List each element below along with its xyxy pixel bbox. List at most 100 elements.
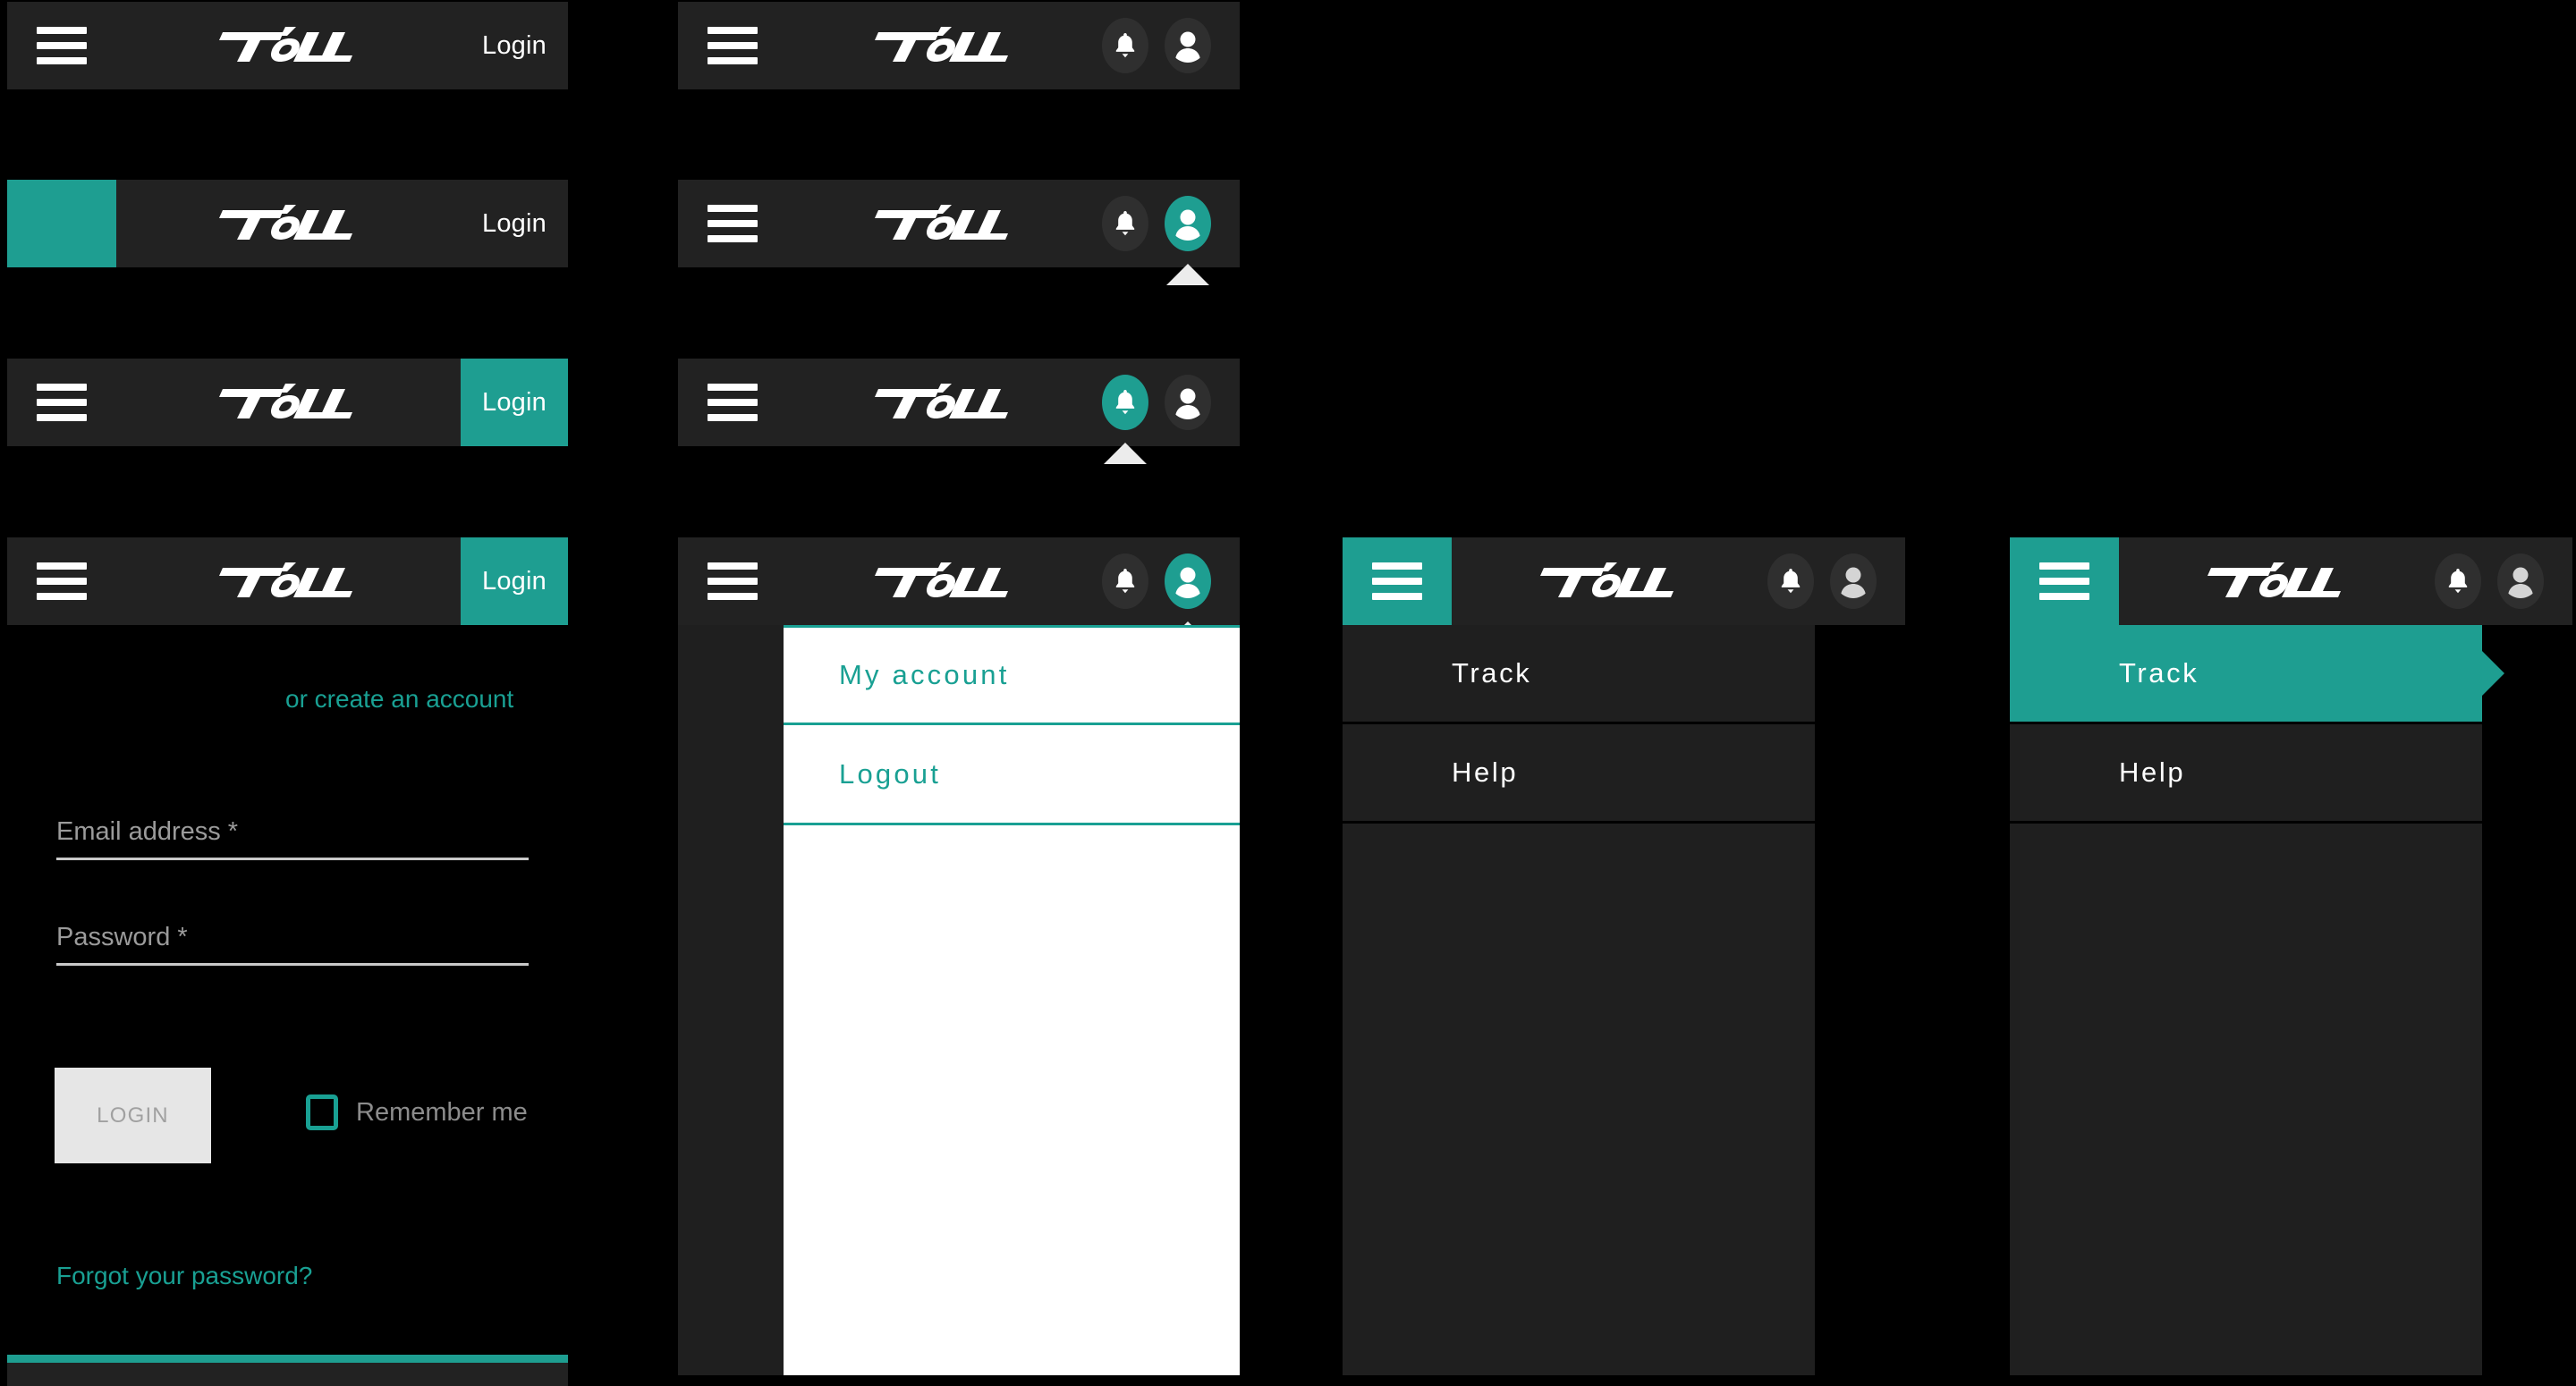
header-bar-authenticated-default: [678, 2, 1240, 89]
user-avatar-icon: [2508, 567, 2533, 598]
account-button-active[interactable]: [1165, 196, 1211, 285]
forgot-password-link[interactable]: Forgot your password?: [56, 1262, 312, 1290]
header-bar-account-active: [678, 180, 1240, 285]
hamburger-menu-icon: [708, 19, 758, 72]
header-icon-group: [1102, 180, 1240, 285]
toll-logo: [787, 2, 1102, 89]
nav-menu-item-label: Help: [2119, 756, 2186, 788]
account-button[interactable]: [1830, 554, 1877, 609]
account-button[interactable]: [1165, 18, 1211, 73]
create-account-link[interactable]: or create an account: [285, 685, 513, 714]
toll-logo: [1452, 537, 1767, 625]
header-bar-nav-open: [1343, 537, 1905, 625]
login-form-panel: or create an account Email address * Pas…: [7, 625, 568, 1386]
account-menu-item-my-account[interactable]: My account: [784, 625, 1240, 725]
header-bar-login-open: Login: [7, 537, 568, 625]
account-menu-item-label: Logout: [839, 757, 942, 790]
nav-menu-item-help[interactable]: Help: [2010, 724, 2482, 824]
hamburger-menu-button-active[interactable]: [7, 180, 116, 267]
hamburger-menu-icon: [37, 19, 87, 72]
hamburger-menu-button[interactable]: [678, 2, 787, 89]
hamburger-menu-button[interactable]: [678, 359, 787, 446]
hamburger-menu-button[interactable]: [7, 2, 116, 89]
header-icon-group: [1102, 359, 1240, 464]
header-bar-login-active: Login: [7, 359, 568, 446]
page-footer-bar: [7, 1355, 568, 1386]
hamburger-menu-icon: [708, 197, 758, 250]
header-bar-nav-open-selected: [2010, 537, 2572, 625]
header-bar-hamburger-active: Login: [7, 180, 568, 267]
nav-menu-item-track[interactable]: Track: [1343, 625, 1815, 724]
header-icon-group: [1102, 2, 1240, 89]
account-button-active[interactable]: [1165, 554, 1211, 643]
notifications-button[interactable]: [1102, 18, 1148, 73]
bell-notification-icon: [1115, 569, 1135, 594]
header-icon-group: [1102, 537, 1240, 643]
nav-menu-item-label: Track: [2119, 657, 2199, 689]
user-avatar-icon: [1175, 388, 1200, 419]
checkbox-icon[interactable]: [306, 1094, 338, 1130]
email-field[interactable]: Email address *: [56, 817, 529, 860]
login-button-active[interactable]: Login: [461, 359, 568, 446]
password-field-label: Password *: [56, 923, 188, 951]
caret-right-icon: [2481, 650, 2504, 697]
toll-logo: [2119, 537, 2435, 625]
login-button-active[interactable]: Login: [461, 537, 568, 625]
user-avatar-icon: [1175, 31, 1200, 63]
hamburger-menu-icon: [37, 554, 87, 608]
notifications-button[interactable]: [2435, 554, 2481, 609]
bell-notification-icon: [2448, 569, 2468, 594]
user-avatar-icon: [1841, 567, 1866, 598]
user-avatar-icon: [1175, 209, 1200, 241]
caret-up-icon: [1166, 264, 1209, 285]
caret-up-icon: [1104, 443, 1147, 464]
toll-logo: [116, 180, 461, 267]
hamburger-menu-button[interactable]: [7, 359, 116, 446]
notifications-button[interactable]: [1102, 196, 1148, 251]
nav-menu-item-help[interactable]: Help: [1343, 724, 1815, 824]
toll-logo: [787, 180, 1102, 267]
email-field-underline: [56, 858, 529, 860]
user-avatar-icon: [1175, 567, 1200, 598]
hamburger-menu-icon: [37, 376, 87, 429]
account-dropdown-menu: My account Logout: [784, 625, 1240, 1375]
login-submit-button[interactable]: LOGIN: [55, 1068, 211, 1163]
hamburger-menu-button[interactable]: [678, 180, 787, 267]
hamburger-menu-icon: [708, 554, 758, 608]
header-bar-account-menu-open: [678, 537, 1240, 643]
account-button[interactable]: [1165, 375, 1211, 430]
header-bar-default: Login: [7, 2, 568, 89]
screenshot-canvas: Login Login Login Login or create an acc…: [0, 0, 2576, 1386]
notifications-button[interactable]: [1102, 554, 1148, 609]
header-icon-group: [2435, 537, 2572, 625]
toll-logo: [116, 2, 461, 89]
toll-logo: [787, 537, 1102, 625]
toll-logo: [116, 537, 461, 625]
hamburger-menu-button-active[interactable]: [1343, 537, 1452, 625]
hamburger-menu-button[interactable]: [678, 537, 787, 625]
login-button[interactable]: Login: [461, 180, 568, 267]
account-menu-item-label: My account: [839, 659, 1010, 690]
bell-notification-icon: [1115, 211, 1135, 236]
bell-notification-icon: [1115, 390, 1135, 415]
toll-logo: [116, 359, 461, 446]
remember-me-checkbox[interactable]: Remember me: [306, 1094, 528, 1130]
notifications-button-active[interactable]: [1102, 375, 1148, 464]
nav-dropdown-menu-selected: Track Help: [2010, 625, 2504, 1375]
bell-notification-icon: [1781, 569, 1801, 594]
nav-dropdown-menu: Track Help: [1343, 625, 1815, 1375]
password-field-underline: [56, 963, 529, 966]
password-field[interactable]: Password *: [56, 923, 529, 966]
login-button[interactable]: Login: [461, 2, 568, 89]
nav-menu-item-track-selected[interactable]: Track: [2010, 625, 2504, 724]
toll-logo: [787, 359, 1102, 446]
hamburger-menu-button[interactable]: [7, 537, 116, 625]
account-menu-item-logout[interactable]: Logout: [784, 725, 1240, 825]
notifications-button[interactable]: [1767, 554, 1814, 609]
bell-notification-icon: [1115, 33, 1135, 58]
header-icon-group: [1767, 537, 1905, 625]
header-bar-notifications-active: [678, 359, 1240, 464]
hamburger-menu-button-active[interactable]: [2010, 537, 2119, 625]
hamburger-menu-icon: [1372, 554, 1422, 608]
account-button[interactable]: [2497, 554, 2544, 609]
